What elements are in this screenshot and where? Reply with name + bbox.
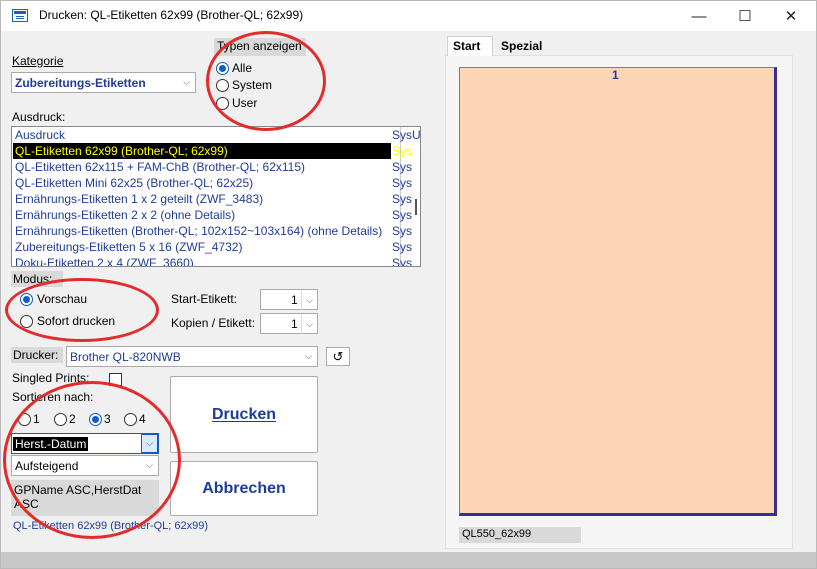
list-item-name: QL-Etiketten 62x99 (Brother-QL; 62x99) <box>15 144 228 158</box>
sort-option-4: 4 <box>139 412 146 426</box>
window-title: Drucken: QL-Etiketten 62x99 (Brother-QL;… <box>39 8 304 22</box>
sort-order-combo[interactable]: Aufsteigend ⌵ <box>11 455 159 476</box>
typen-radio-system[interactable] <box>216 79 229 92</box>
sortieren-label: Sortieren nach: <box>12 390 94 404</box>
list-item-name: Zubereitungs-Etiketten 5 x 16 (ZWF_4732) <box>15 240 243 254</box>
modus-label: Modus: <box>11 271 63 287</box>
scrollbar-thumb[interactable] <box>415 199 417 215</box>
sort-option-2: 2 <box>69 412 76 426</box>
modus-radio-vorschau[interactable] <box>20 293 33 306</box>
list-item[interactable]: Ernährungs-Etiketten 2 x 2 (ohne Details… <box>13 207 412 223</box>
sort-field-value: Herst.-Datum <box>13 437 89 451</box>
preview-caption: QL550_62x99 <box>459 527 581 543</box>
typen-option-user: User <box>232 96 258 110</box>
kategorie-label: Kategorie <box>12 54 64 68</box>
drucker-label: Drucker: <box>11 347 63 363</box>
annotation-circle-modus <box>5 278 159 342</box>
list-item-name: Ernährungs-Etiketten 1 x 2 geteilt (ZWF_… <box>15 192 264 206</box>
chevron-down-icon[interactable]: ⌵ <box>178 73 195 92</box>
drucken-button[interactable]: Drucken <box>170 376 318 453</box>
singled-prints-label: Singled Prints: <box>12 371 90 385</box>
minimize-button[interactable]: — <box>676 1 722 31</box>
sort-radio-4[interactable] <box>124 413 137 426</box>
list-item-type: Sys <box>392 224 413 238</box>
abbrechen-button[interactable]: Abbrechen <box>170 461 318 516</box>
start-etikett-combo[interactable]: 1 ⌵ <box>260 289 318 310</box>
sort-summary: GPName ASC,HerstDat ASC <box>11 480 159 516</box>
sort-option-1: 1 <box>33 412 40 426</box>
list-item[interactable]: QL-Etiketten 62x115 + FAM-ChB (Brother-Q… <box>13 159 412 175</box>
typen-option-alle: Alle <box>232 61 253 75</box>
typen-option-system: System <box>232 78 273 92</box>
list-item-name: Ernährungs-Etiketten 2 x 2 (ohne Details… <box>15 208 236 222</box>
start-etikett-value: 1 <box>291 293 298 307</box>
print-dialog-window: Drucken: QL-Etiketten 62x99 (Brother-QL;… <box>0 0 817 569</box>
title-bar: Drucken: QL-Etiketten 62x99 (Brother-QL;… <box>1 1 816 31</box>
list-item-selected[interactable]: QL-Etiketten 62x99 (Brother-QL; 62x99) S… <box>13 143 412 159</box>
close-button[interactable]: ✕ <box>768 1 814 31</box>
chevron-down-icon[interactable]: ⌵ <box>301 290 317 310</box>
kopien-value: 1 <box>291 317 298 331</box>
status-text: QL-Etiketten 62x99 (Brother-QL; 62x99) <box>13 520 209 532</box>
modus-radio-sofort[interactable] <box>20 315 33 328</box>
sort-order-value: Aufsteigend <box>15 459 79 473</box>
list-item-name: QL-Etiketten 62x115 + FAM-ChB (Brother-Q… <box>15 160 306 174</box>
chevron-down-icon[interactable]: ⌵ <box>301 314 317 334</box>
ausdruck-label: Ausdruck: <box>12 110 66 124</box>
list-item-name: Ernährungs-Etiketten (Brother-QL; 102x15… <box>15 224 383 238</box>
list-item[interactable]: QL-Etiketten Mini 62x25 (Brother-QL; 62x… <box>13 175 412 191</box>
list-item[interactable]: Ernährungs-Etiketten (Brother-QL; 102x15… <box>13 223 412 239</box>
chevron-down-icon[interactable]: ⌵ <box>300 347 317 366</box>
chevron-down-icon[interactable]: ⌵ <box>141 434 158 453</box>
typen-label: Typen anzeigen <box>214 38 306 56</box>
kategorie-value: Zubereitungs-Etiketten <box>15 76 146 90</box>
list-item-type: Sys <box>392 208 413 222</box>
sort-radio-2[interactable] <box>54 413 67 426</box>
bottom-edge <box>1 552 816 568</box>
form-icon <box>12 9 28 22</box>
kategorie-combo[interactable]: Zubereitungs-Etiketten ⌵ <box>11 72 196 93</box>
list-item-type: Sys <box>392 192 413 206</box>
typen-radio-alle[interactable] <box>216 62 229 75</box>
tab-spezial[interactable]: Spezial <box>501 39 542 57</box>
modus-option-vorschau: Vorschau <box>37 292 88 306</box>
header-ausdruck: Ausdruck <box>15 128 66 142</box>
kopien-label: Kopien / Etikett: <box>171 316 256 330</box>
list-item-type: Sys <box>392 144 413 158</box>
typen-radio-user[interactable] <box>216 97 229 110</box>
start-etikett-label: Start-Etikett: <box>171 292 238 306</box>
list-item[interactable]: Doku-Etiketten 2 x 4 (ZWF_3660) Sys <box>13 255 412 267</box>
list-item-type: Sys <box>392 176 413 190</box>
modus-option-sofort: Sofort drucken <box>37 314 116 328</box>
list-header: Ausdruck SysU <box>13 127 420 143</box>
list-item-type: Sys <box>392 256 413 267</box>
list-item-type: Sys <box>392 160 413 174</box>
preview-page-number: 1 <box>612 68 619 82</box>
sort-radio-1[interactable] <box>18 413 31 426</box>
maximize-button[interactable]: ☐ <box>722 1 768 31</box>
drucker-value: Brother QL-820NWB <box>70 350 181 364</box>
list-item[interactable]: Ernährungs-Etiketten 1 x 2 geteilt (ZWF_… <box>13 191 412 207</box>
drucker-combo[interactable]: Brother QL-820NWB ⌵ <box>66 346 318 367</box>
sort-radio-3[interactable] <box>89 413 102 426</box>
tab-start[interactable]: Start <box>447 36 493 56</box>
drucken-label: Drucken <box>211 405 277 423</box>
sort-field-combo[interactable]: Herst.-Datum ⌵ <box>11 433 159 454</box>
ausdruck-list[interactable]: Ausdruck SysU QL-Etiketten 62x99 (Brothe… <box>11 126 421 267</box>
list-item-name: Doku-Etiketten 2 x 4 (ZWF_3660) <box>15 256 194 267</box>
abbrechen-label: Abbrechen <box>202 479 286 497</box>
refresh-icon: ↺ <box>332 348 344 364</box>
singled-prints-checkbox[interactable] <box>109 373 122 386</box>
sort-option-3: 3 <box>104 412 111 426</box>
list-item[interactable]: Zubereitungs-Etiketten 5 x 16 (ZWF_4732)… <box>13 239 412 255</box>
refresh-button[interactable]: ↺ <box>326 347 350 366</box>
kopien-combo[interactable]: 1 ⌵ <box>260 313 318 334</box>
list-item-type: Sys <box>392 240 413 254</box>
list-item-name: QL-Etiketten Mini 62x25 (Brother-QL; 62x… <box>15 176 254 190</box>
list-scrollbar[interactable] <box>412 127 420 266</box>
label-preview: 1 <box>459 67 777 516</box>
chevron-down-icon[interactable]: ⌵ <box>141 456 158 475</box>
